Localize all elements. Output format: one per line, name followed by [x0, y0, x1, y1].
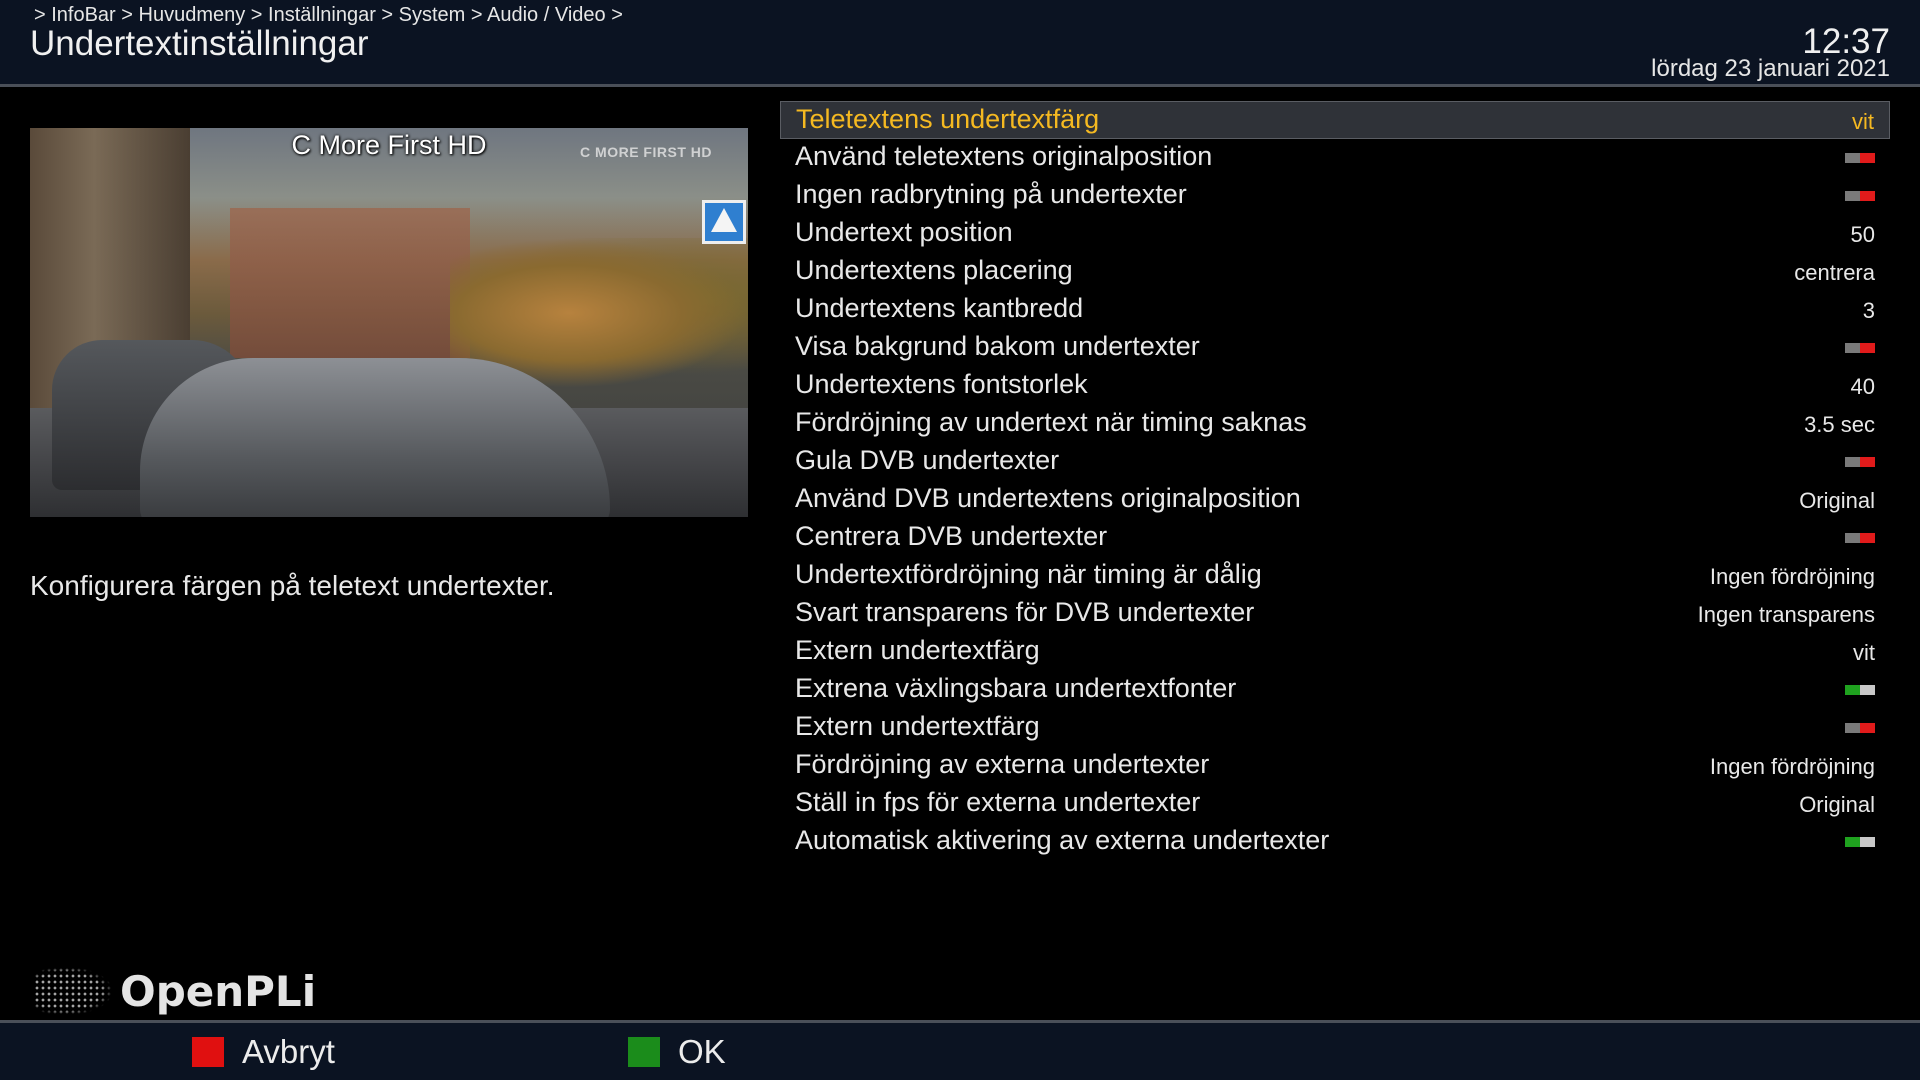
setting-label: Fördröjning av undertext när timing sakn… — [795, 407, 1307, 437]
setting-value: vit — [1852, 109, 1874, 134]
setting-row[interactable]: Svart transparens för DVB undertexter Ing… — [780, 595, 1890, 633]
setting-value: 3.5 sec — [1804, 412, 1875, 437]
setting-value: Ingen fördröjning — [1709, 564, 1875, 589]
toggle-off-icon[interactable] — [1845, 457, 1875, 467]
cancel-button[interactable]: Avbryt — [192, 1033, 335, 1071]
setting-row[interactable]: Undertextens placering centrera — [780, 253, 1890, 291]
setting-row[interactable]: Automatisk aktivering av externa underte… — [780, 823, 1890, 861]
setting-value: 40 — [1850, 374, 1875, 399]
setting-row[interactable]: Gula DVB undertexter — [780, 443, 1890, 481]
setting-row[interactable]: Extrena växlingsbara undertextfonter — [780, 671, 1890, 709]
pedestrian-sign-icon — [702, 200, 746, 244]
setting-value: 3 — [1862, 298, 1875, 323]
tv-preview: C More First HD C MORE FIRST HD — [30, 128, 748, 517]
toggle-off-icon[interactable] — [1845, 723, 1875, 733]
ok-button[interactable]: OK — [628, 1033, 726, 1071]
setting-label: Svart transparens för DVB undertexter — [795, 597, 1255, 627]
setting-description: Konfigurera färgen på teletext undertext… — [30, 570, 555, 601]
setting-label: Undertextfördröjning när timing är dålig — [795, 559, 1262, 589]
world-map-icon — [34, 967, 112, 1015]
setting-label: Gula DVB undertexter — [795, 445, 1060, 475]
setting-label: Centrera DVB undertexter — [795, 521, 1108, 551]
setting-label: Extrena växlingsbara undertextfonter — [795, 673, 1237, 703]
setting-row[interactable]: Fördröjning av undertext när timing sakn… — [780, 405, 1890, 443]
setting-label: Ställ in fps för externa undertexter — [795, 787, 1201, 817]
setting-row[interactable]: Extern undertextfärg — [780, 709, 1890, 747]
footer-bar: Avbryt OK — [0, 1023, 1920, 1080]
setting-value: Ingen fördröjning — [1709, 754, 1875, 779]
setting-label: Ingen radbrytning på undertexter — [795, 179, 1187, 209]
setting-row[interactable]: Använd DVB undertextens originalposition… — [780, 481, 1890, 519]
toggle-off-icon[interactable] — [1845, 191, 1875, 201]
toggle-off-icon[interactable] — [1845, 533, 1875, 543]
setting-row[interactable]: Undertextfördröjning när timing är dålig… — [780, 557, 1890, 595]
toggle-on-icon[interactable] — [1845, 837, 1875, 847]
setting-label: Använd teletextens originalposition — [795, 141, 1213, 171]
ok-button-label: OK — [678, 1033, 726, 1070]
setting-label: Automatisk aktivering av externa underte… — [795, 825, 1330, 855]
setting-row[interactable]: Ställ in fps för externa undertexter Orig… — [780, 785, 1890, 823]
setting-row[interactable]: Ingen radbrytning på undertexter — [780, 177, 1890, 215]
setting-row[interactable]: Visa bakgrund bakom undertexter — [780, 329, 1890, 367]
setting-row[interactable]: Undertextens fontstorlek 40 — [780, 367, 1890, 405]
setting-value: vit — [1853, 640, 1875, 665]
red-key-icon — [192, 1037, 224, 1067]
preview-car-foreground — [140, 358, 610, 517]
setting-row[interactable]: Fördröjning av externa undertexter Ingen … — [780, 747, 1890, 785]
setting-label: Visa bakgrund bakom undertexter — [795, 331, 1200, 361]
toggle-off-icon[interactable] — [1845, 153, 1875, 163]
cancel-button-label: Avbryt — [242, 1033, 335, 1070]
header-bar: > InfoBar > Huvudmeny > Inställningar > … — [0, 0, 1920, 87]
setting-value: centrera — [1794, 260, 1875, 285]
setting-label: Teletextens undertextfärg — [796, 104, 1100, 134]
setting-label: Undertextens placering — [795, 255, 1073, 285]
toggle-on-icon[interactable] — [1845, 685, 1875, 695]
logo-text: OpenPLi — [120, 966, 317, 1016]
toggle-off-icon[interactable] — [1845, 343, 1875, 353]
setting-value: 50 — [1850, 222, 1875, 247]
setting-label: Undertextens kantbredd — [795, 293, 1084, 323]
setting-row[interactable]: Extern undertextfärg vit — [780, 633, 1890, 671]
setting-label: Fördröjning av externa undertexter — [795, 749, 1210, 779]
setting-row[interactable]: Undertext position 50 — [780, 215, 1890, 253]
setting-label: Extern undertextfärg — [795, 711, 1040, 741]
page-title: Undertextinställningar — [30, 24, 369, 63]
date: lördag 23 januari 2021 — [1651, 55, 1890, 82]
openpli-logo: OpenPLi — [34, 966, 316, 1016]
setting-row[interactable]: Teletextens undertextfärg vit — [780, 101, 1890, 139]
channel-logo: C MORE FIRST HD — [580, 144, 712, 160]
setting-row[interactable]: Använd teletextens originalposition — [780, 139, 1890, 177]
settings-list: Teletextens undertextfärg vit Använd telet… — [780, 101, 1890, 861]
setting-label: Extern undertextfärg — [795, 635, 1040, 665]
preview-building-far — [230, 208, 470, 358]
setting-label: Undertextens fontstorlek — [795, 369, 1088, 399]
setting-value: Original — [1799, 488, 1875, 513]
setting-value: Ingen transparens — [1697, 602, 1875, 627]
setting-row[interactable]: Centrera DVB undertexter — [780, 519, 1890, 557]
green-key-icon — [628, 1037, 660, 1067]
setting-value: Original — [1799, 792, 1875, 817]
setting-label: Undertext position — [795, 217, 1013, 247]
setting-label: Använd DVB undertextens originalposition — [795, 483, 1301, 513]
setting-row[interactable]: Undertextens kantbredd 3 — [780, 291, 1890, 329]
